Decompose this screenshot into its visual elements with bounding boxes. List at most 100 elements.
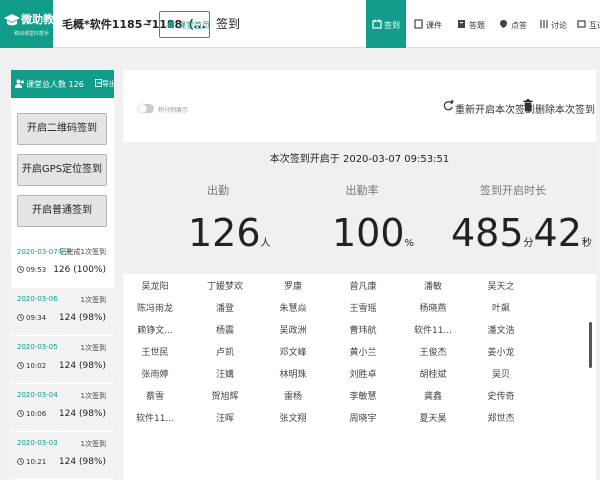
record-date: 2020-03-05 bbox=[17, 343, 58, 351]
sidebar-header: 课堂总人数 126 导出 bbox=[11, 70, 114, 98]
trash-icon bbox=[523, 99, 533, 112]
clock-icon bbox=[17, 458, 24, 465]
logo-title: 微助教 bbox=[21, 13, 54, 26]
tab-quiz[interactable]: 答题 bbox=[455, 0, 491, 48]
record-result: 124 (98%) bbox=[58, 361, 106, 371]
student-name: 王俊杰 bbox=[419, 348, 447, 358]
export-icon[interactable] bbox=[95, 79, 102, 87]
student-name: 汪晖 bbox=[215, 414, 234, 424]
record-time: 09:34 bbox=[26, 314, 47, 322]
student-name: 姜小龙 bbox=[487, 348, 515, 358]
student-name: 汪媾 bbox=[215, 370, 234, 380]
attendance-unit: 人 bbox=[260, 238, 271, 249]
student-name: 周晓宇 bbox=[349, 414, 377, 424]
student-name: 邓文峰 bbox=[279, 348, 307, 358]
student-name: 软件11... bbox=[413, 326, 453, 336]
points-display-toggle[interactable] bbox=[138, 104, 154, 113]
duration-seconds: 42 bbox=[533, 211, 582, 255]
student-name: 罗康 bbox=[283, 282, 302, 292]
page-title: 签到 bbox=[216, 17, 241, 31]
checkin-duration: 485分42秒 bbox=[451, 210, 592, 267]
gps-checkin-button[interactable]: 开启GPS定位签到 bbox=[17, 154, 107, 186]
points-display-label: 积分制展示 bbox=[158, 107, 189, 114]
student-name: 刘胜卓 bbox=[349, 370, 377, 380]
checkin-record[interactable]: 2020-03-05 1次签到 10:02 124 (98%) bbox=[11, 336, 114, 383]
attendance-rate-label: 出勤率 bbox=[345, 184, 379, 197]
student-name: 杨晓燕 bbox=[419, 304, 447, 314]
record-time: 09:53 bbox=[26, 266, 47, 274]
student-name: 赖铮文... bbox=[137, 326, 173, 336]
student-name: 潘文浩 bbox=[487, 326, 515, 336]
tab-peer-review-label: 互评 bbox=[589, 21, 600, 30]
delete-checkin-label: 删除本次签到 bbox=[535, 105, 595, 116]
peer-review-icon bbox=[577, 20, 586, 28]
tab-peer-review[interactable]: 互评 bbox=[575, 0, 600, 48]
record-status: 1次签到 bbox=[80, 296, 106, 304]
checkin-start-time: 本次签到开启于 2020-03-07 09:53:51 bbox=[269, 154, 450, 165]
normal-checkin-button[interactable]: 开启普通签到 bbox=[17, 195, 107, 227]
student-name: 吴天之 bbox=[487, 282, 515, 292]
tab-discussion-label: 讨论 bbox=[551, 21, 567, 30]
checkin-record[interactable]: 2020-03-06 1次签到 09:34 124 (98%) bbox=[11, 288, 114, 335]
record-status: 已完成1次签到 bbox=[59, 248, 106, 256]
student-name: 蔡雪 bbox=[145, 392, 164, 402]
student-name: 王世民 bbox=[141, 348, 169, 358]
student-name: 张文翔 bbox=[279, 414, 307, 424]
checkin-icon bbox=[372, 19, 382, 29]
student-name: 龚鑫 bbox=[423, 392, 442, 402]
qr-checkin-button[interactable]: 开启二维码签到 bbox=[17, 113, 107, 145]
student-name: 夏天昊 bbox=[419, 414, 447, 424]
student-name: 郑世杰 bbox=[487, 414, 515, 424]
record-time: 10:02 bbox=[26, 362, 47, 370]
student-name: 丁媛梦欢 bbox=[206, 282, 243, 292]
attendance-value: 126 bbox=[188, 211, 261, 255]
record-time: 10:21 bbox=[26, 458, 47, 466]
student-name: 朱慧焱 bbox=[279, 304, 307, 314]
tab-courseware[interactable]: 课件 bbox=[412, 0, 448, 48]
checkin-stats: 本次签到开启于 2020-03-07 09:53:51 出勤 出勤率 签到开启时… bbox=[123, 142, 596, 274]
names-scrollbar[interactable] bbox=[589, 322, 592, 368]
checkin-detail-panel: 积分制展示 重新开启本次签到 删除本次签到 本次签到开启于 2020-03-07… bbox=[123, 70, 596, 480]
student-name: 杨震 bbox=[215, 326, 234, 336]
student-name: 叶飙 bbox=[491, 304, 510, 314]
course-home-label: 课堂首页 bbox=[178, 21, 210, 30]
record-status: 1次签到 bbox=[80, 392, 106, 400]
student-name: 王雪瑶 bbox=[349, 304, 377, 314]
chevron-down-icon[interactable] bbox=[146, 20, 152, 24]
student-name: 陈冯雨龙 bbox=[136, 304, 173, 314]
rate-unit: % bbox=[404, 238, 415, 249]
app-logo[interactable]: 微助教 移动课堂好帮手 bbox=[0, 0, 54, 48]
top-bar: 微助教 移动课堂好帮手 毛概*软件1185~1188（... 课堂首页 签到 签… bbox=[0, 0, 600, 48]
minutes-unit: 分 bbox=[523, 238, 534, 249]
total-students: 课堂总人数 126 bbox=[26, 80, 84, 89]
student-name: 贺旭辉 bbox=[211, 392, 239, 402]
duration-minutes: 485 bbox=[451, 211, 524, 255]
pick-icon bbox=[500, 20, 507, 28]
student-name: 吴政洲 bbox=[279, 326, 307, 336]
logo-slogan: 移动课堂好帮手 bbox=[14, 31, 50, 37]
student-name: 黄小兰 bbox=[349, 348, 377, 358]
clock-icon bbox=[17, 314, 24, 321]
course-home-button[interactable]: 课堂首页 bbox=[159, 11, 210, 38]
attendance-rate: 100% bbox=[332, 210, 414, 267]
checkin-record[interactable]: 2020-03-07今天 已完成1次签到 09:53 126 (100%) bbox=[11, 240, 114, 287]
tab-pick[interactable]: 点答 bbox=[497, 0, 533, 48]
record-result: 126 (100%) bbox=[53, 265, 106, 275]
tab-quiz-label: 答题 bbox=[469, 21, 485, 30]
student-name: 曾凡康 bbox=[349, 282, 377, 292]
checkin-record[interactable]: 2020-03-03 1次签到 10:21 124 (98%) bbox=[11, 432, 114, 479]
people-icon bbox=[15, 79, 24, 88]
graduation-cap-icon bbox=[4, 14, 20, 26]
record-date: 2020-03-06 bbox=[17, 295, 58, 303]
record-date: 2020-03-04 bbox=[17, 391, 58, 399]
tab-checkin[interactable]: 签到 bbox=[366, 0, 406, 48]
clock-icon bbox=[17, 410, 24, 417]
checkin-record[interactable]: 2020-03-04 1次签到 10:06 124 (98%) bbox=[11, 384, 114, 431]
student-name: 软件11... bbox=[135, 414, 175, 424]
student-name: 潘登 bbox=[215, 304, 234, 314]
tab-courseware-label: 课件 bbox=[426, 21, 442, 30]
tab-discussion[interactable]: 讨论 bbox=[537, 0, 573, 48]
student-name: 李敏慧 bbox=[349, 392, 377, 402]
export-button[interactable]: 导出 bbox=[102, 79, 114, 89]
tab-checkin-label: 签到 bbox=[384, 21, 400, 30]
